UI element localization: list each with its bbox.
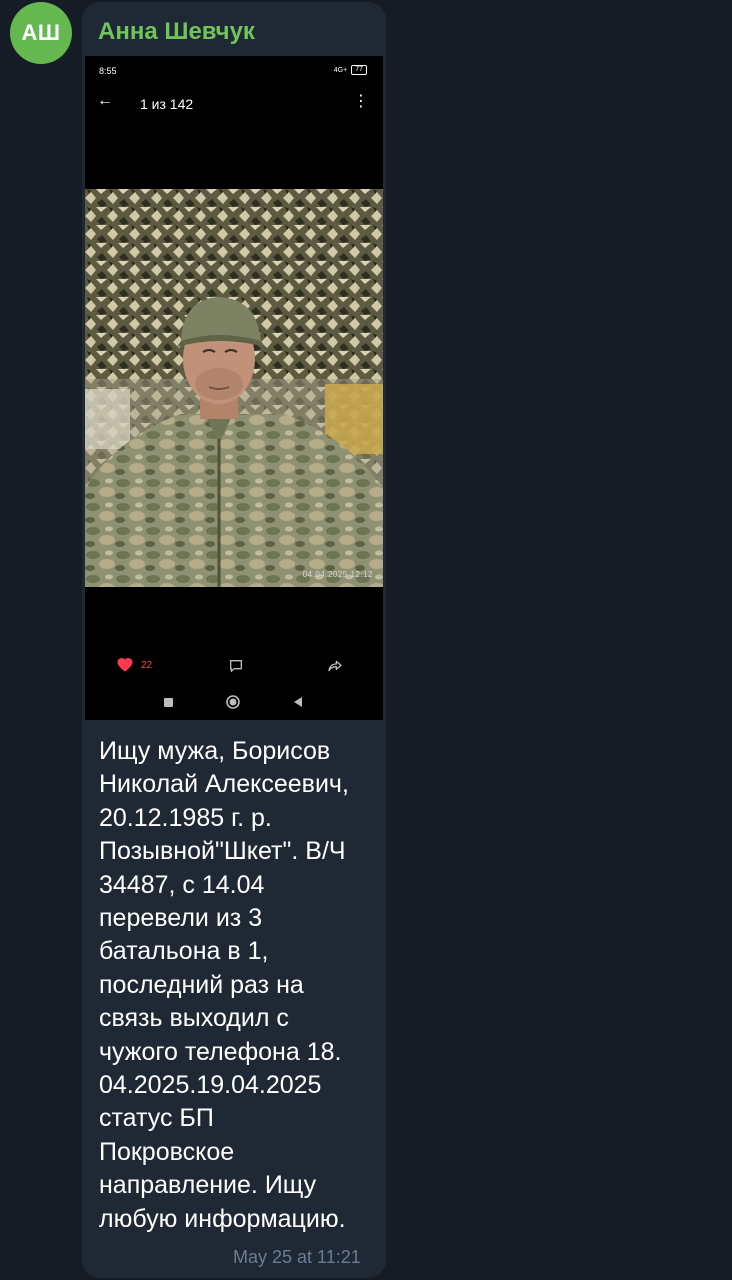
status-icons: 4G+ 77 xyxy=(334,65,367,75)
network-label: 4G+ xyxy=(333,66,348,74)
message-timestamp: May 25 at 11:21 xyxy=(233,1247,361,1267)
share-icon xyxy=(328,660,342,672)
nav-back-icon xyxy=(294,697,302,707)
android-nav-bar xyxy=(85,692,383,712)
nav-recents-icon xyxy=(164,698,173,707)
like-count: 22 xyxy=(141,660,153,671)
avatar[interactable]: АШ xyxy=(10,2,72,64)
photo-counter: 1 из 142 xyxy=(140,96,194,112)
comment-icon xyxy=(230,660,242,672)
action-bar: 22 xyxy=(85,656,383,678)
back-arrow-icon: ← xyxy=(97,92,113,109)
heart-icon xyxy=(117,657,133,672)
attached-photo[interactable]: 8:55 4G+ 77 ← 1 из 142 ⋮ 04.04.2025 12:1… xyxy=(85,56,383,720)
nav-home-icon xyxy=(226,695,240,709)
more-vertical-icon: ⋮ xyxy=(353,93,369,110)
sender-name[interactable]: Анна Шевчук xyxy=(98,18,255,46)
soldier-photo: 04.04.2025 12:12 xyxy=(85,189,383,587)
battery-icon: 77 xyxy=(351,65,367,75)
message-text: Ищу мужа, Борисов Николай Алексеевич, 20… xyxy=(99,737,349,1233)
status-time: 8:55 xyxy=(99,66,117,76)
photo-date: 04.04.2025 12:12 xyxy=(302,570,373,579)
